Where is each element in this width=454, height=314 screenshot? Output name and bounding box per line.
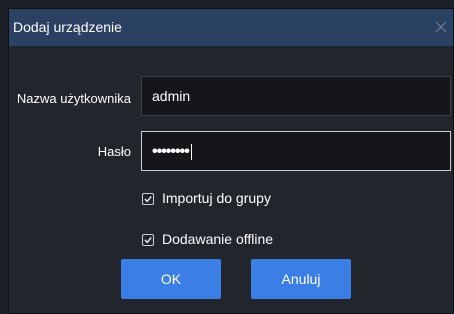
password-label: Hasło <box>97 144 131 159</box>
password-value: •••••••• <box>152 143 190 160</box>
text-caret <box>190 144 192 161</box>
username-field[interactable]: admin <box>141 76 451 116</box>
import-to-group-checkbox[interactable] <box>142 193 154 205</box>
password-field[interactable]: •••••••• <box>141 131 451 171</box>
username-value: admin <box>152 88 191 104</box>
dialog-title: Dodaj urządzenie <box>13 19 122 35</box>
add-device-dialog: Dodaj urządzenie Nazwa użytkownika admin… <box>8 8 454 314</box>
cancel-button[interactable]: Anuluj <box>251 259 351 299</box>
close-icon[interactable] <box>435 21 447 33</box>
offline-add-checkbox[interactable] <box>142 234 154 246</box>
username-label: Nazwa użytkownika <box>16 91 131 106</box>
import-to-group-label: Importuj do grupy <box>162 190 271 206</box>
dialog-title-bar: Dodaj urządzenie <box>9 9 453 46</box>
offline-add-option[interactable]: Dodawanie offline <box>142 230 273 248</box>
import-to-group-option[interactable]: Importuj do grupy <box>142 189 271 207</box>
ok-button[interactable]: OK <box>121 259 221 299</box>
offline-add-label: Dodawanie offline <box>162 231 274 247</box>
